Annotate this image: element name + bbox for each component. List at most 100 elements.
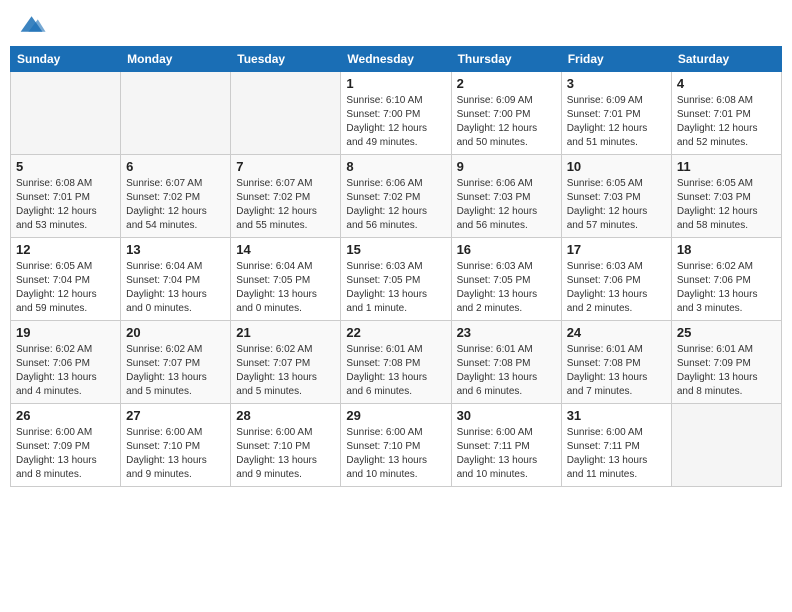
calendar-cell: 21 Sunrise: 6:02 AM Sunset: 7:07 PM Dayli… (231, 321, 341, 404)
weekday-header-sunday: Sunday (11, 47, 121, 72)
day-info: Sunrise: 6:07 AM Sunset: 7:02 PM Dayligh… (236, 177, 335, 233)
weekday-header-wednesday: Wednesday (341, 47, 451, 72)
calendar-week-1: 1 Sunrise: 6:10 AM Sunset: 7:00 PM Daylig… (11, 72, 782, 155)
day-info: Sunrise: 6:07 AM Sunset: 7:02 PM Dayligh… (126, 177, 225, 233)
calendar-cell: 10Sunrise: 6:05 AM Sunset: 7:03 PM Dayli… (561, 155, 671, 238)
day-number: 8 (346, 159, 445, 174)
calendar-cell: 25 Sunrise: 6:01 AM Sunset: 7:09 PM Dayli… (671, 321, 781, 404)
day-info: Sunrise: 6:00 AM Sunset: 7:11 PM Dayligh… (457, 426, 556, 482)
weekday-header-friday: Friday (561, 47, 671, 72)
day-number: 27 (126, 408, 225, 423)
calendar-week-2: 5 Sunrise: 6:08 AM Sunset: 7:01 PM Daylig… (11, 155, 782, 238)
day-number: 26 (16, 408, 115, 423)
day-info: Sunrise: 6:01 AM Sunset: 7:08 PM Dayligh… (457, 343, 556, 399)
day-number: 19 (16, 325, 115, 340)
calendar-week-5: 26Sunrise: 6:00 AM Sunset: 7:09 PM Dayli… (11, 404, 782, 487)
calendar-cell: 12Sunrise: 6:05 AM Sunset: 7:04 PM Dayli… (11, 238, 121, 321)
day-info: Sunrise: 6:04 AM Sunset: 7:04 PM Dayligh… (126, 260, 225, 316)
calendar-cell (671, 404, 781, 487)
calendar-cell: 22 Sunrise: 6:01 AM Sunset: 7:08 PM Dayli… (341, 321, 451, 404)
calendar-cell: 17 Sunrise: 6:03 AM Sunset: 7:06 PM Dayli… (561, 238, 671, 321)
day-info: Sunrise: 6:01 AM Sunset: 7:08 PM Dayligh… (567, 343, 666, 399)
day-info: Sunrise: 6:00 AM Sunset: 7:10 PM Dayligh… (126, 426, 225, 482)
calendar-cell: 1 Sunrise: 6:10 AM Sunset: 7:00 PM Daylig… (341, 72, 451, 155)
day-info: Sunrise: 6:05 AM Sunset: 7:03 PM Dayligh… (677, 177, 776, 233)
calendar-cell: 7 Sunrise: 6:07 AM Sunset: 7:02 PM Daylig… (231, 155, 341, 238)
day-info: Sunrise: 6:04 AM Sunset: 7:05 PM Dayligh… (236, 260, 335, 316)
day-number: 6 (126, 159, 225, 174)
calendar-cell (231, 72, 341, 155)
day-number: 5 (16, 159, 115, 174)
day-number: 31 (567, 408, 666, 423)
calendar-cell: 9 Sunrise: 6:06 AM Sunset: 7:03 PM Daylig… (451, 155, 561, 238)
day-info: Sunrise: 6:08 AM Sunset: 7:01 PM Dayligh… (16, 177, 115, 233)
day-info: Sunrise: 6:01 AM Sunset: 7:09 PM Dayligh… (677, 343, 776, 399)
calendar-cell: 6 Sunrise: 6:07 AM Sunset: 7:02 PM Daylig… (121, 155, 231, 238)
calendar-cell: 19 Sunrise: 6:02 AM Sunset: 7:06 PM Dayli… (11, 321, 121, 404)
day-number: 1 (346, 76, 445, 91)
day-info: Sunrise: 6:00 AM Sunset: 7:10 PM Dayligh… (346, 426, 445, 482)
calendar-cell: 16Sunrise: 6:03 AM Sunset: 7:05 PM Dayli… (451, 238, 561, 321)
calendar-cell: 3 Sunrise: 6:09 AM Sunset: 7:01 PM Daylig… (561, 72, 671, 155)
calendar-cell: 29Sunrise: 6:00 AM Sunset: 7:10 PM Dayli… (341, 404, 451, 487)
day-info: Sunrise: 6:06 AM Sunset: 7:03 PM Dayligh… (457, 177, 556, 233)
day-number: 22 (346, 325, 445, 340)
day-number: 4 (677, 76, 776, 91)
calendar-cell: 11 Sunrise: 6:05 AM Sunset: 7:03 PM Dayli… (671, 155, 781, 238)
day-info: Sunrise: 6:06 AM Sunset: 7:02 PM Dayligh… (346, 177, 445, 233)
day-number: 23 (457, 325, 556, 340)
day-info: Sunrise: 6:03 AM Sunset: 7:05 PM Dayligh… (346, 260, 445, 316)
logo (14, 10, 50, 38)
calendar-cell (11, 72, 121, 155)
day-info: Sunrise: 6:03 AM Sunset: 7:06 PM Dayligh… (567, 260, 666, 316)
page-header (10, 10, 782, 38)
day-info: Sunrise: 6:02 AM Sunset: 7:07 PM Dayligh… (126, 343, 225, 399)
calendar-table: SundayMondayTuesdayWednesdayThursdayFrid… (10, 46, 782, 487)
day-info: Sunrise: 6:00 AM Sunset: 7:10 PM Dayligh… (236, 426, 335, 482)
day-info: Sunrise: 6:02 AM Sunset: 7:06 PM Dayligh… (677, 260, 776, 316)
calendar-cell: 26Sunrise: 6:00 AM Sunset: 7:09 PM Dayli… (11, 404, 121, 487)
day-info: Sunrise: 6:09 AM Sunset: 7:00 PM Dayligh… (457, 94, 556, 150)
calendar-cell: 2 Sunrise: 6:09 AM Sunset: 7:00 PM Daylig… (451, 72, 561, 155)
day-number: 16 (457, 242, 556, 257)
day-number: 11 (677, 159, 776, 174)
day-info: Sunrise: 6:01 AM Sunset: 7:08 PM Dayligh… (346, 343, 445, 399)
day-number: 25 (677, 325, 776, 340)
calendar-cell: 13 Sunrise: 6:04 AM Sunset: 7:04 PM Dayli… (121, 238, 231, 321)
day-number: 20 (126, 325, 225, 340)
calendar-cell: 8 Sunrise: 6:06 AM Sunset: 7:02 PM Daylig… (341, 155, 451, 238)
day-number: 18 (677, 242, 776, 257)
day-number: 21 (236, 325, 335, 340)
day-number: 13 (126, 242, 225, 257)
day-info: Sunrise: 6:09 AM Sunset: 7:01 PM Dayligh… (567, 94, 666, 150)
day-number: 12 (16, 242, 115, 257)
calendar-cell: 5 Sunrise: 6:08 AM Sunset: 7:01 PM Daylig… (11, 155, 121, 238)
day-info: Sunrise: 6:02 AM Sunset: 7:06 PM Dayligh… (16, 343, 115, 399)
day-number: 10 (567, 159, 666, 174)
weekday-header-thursday: Thursday (451, 47, 561, 72)
logo-icon (14, 10, 46, 38)
day-info: Sunrise: 6:10 AM Sunset: 7:00 PM Dayligh… (346, 94, 445, 150)
calendar-cell: 4 Sunrise: 6:08 AM Sunset: 7:01 PM Daylig… (671, 72, 781, 155)
calendar-cell: 28 Sunrise: 6:00 AM Sunset: 7:10 PM Dayli… (231, 404, 341, 487)
day-info: Sunrise: 6:00 AM Sunset: 7:11 PM Dayligh… (567, 426, 666, 482)
weekday-header-monday: Monday (121, 47, 231, 72)
day-number: 24 (567, 325, 666, 340)
calendar-cell (121, 72, 231, 155)
day-number: 30 (457, 408, 556, 423)
day-number: 17 (567, 242, 666, 257)
day-info: Sunrise: 6:02 AM Sunset: 7:07 PM Dayligh… (236, 343, 335, 399)
calendar-cell: 24 Sunrise: 6:01 AM Sunset: 7:08 PM Dayli… (561, 321, 671, 404)
day-number: 3 (567, 76, 666, 91)
day-number: 2 (457, 76, 556, 91)
calendar-cell: 20 Sunrise: 6:02 AM Sunset: 7:07 PM Dayli… (121, 321, 231, 404)
weekday-header-tuesday: Tuesday (231, 47, 341, 72)
day-number: 7 (236, 159, 335, 174)
day-info: Sunrise: 6:08 AM Sunset: 7:01 PM Dayligh… (677, 94, 776, 150)
day-number: 28 (236, 408, 335, 423)
calendar-cell: 23 Sunrise: 6:01 AM Sunset: 7:08 PM Dayli… (451, 321, 561, 404)
calendar-week-4: 19 Sunrise: 6:02 AM Sunset: 7:06 PM Dayli… (11, 321, 782, 404)
day-number: 9 (457, 159, 556, 174)
calendar-cell: 18 Sunrise: 6:02 AM Sunset: 7:06 PM Dayli… (671, 238, 781, 321)
day-number: 14 (236, 242, 335, 257)
